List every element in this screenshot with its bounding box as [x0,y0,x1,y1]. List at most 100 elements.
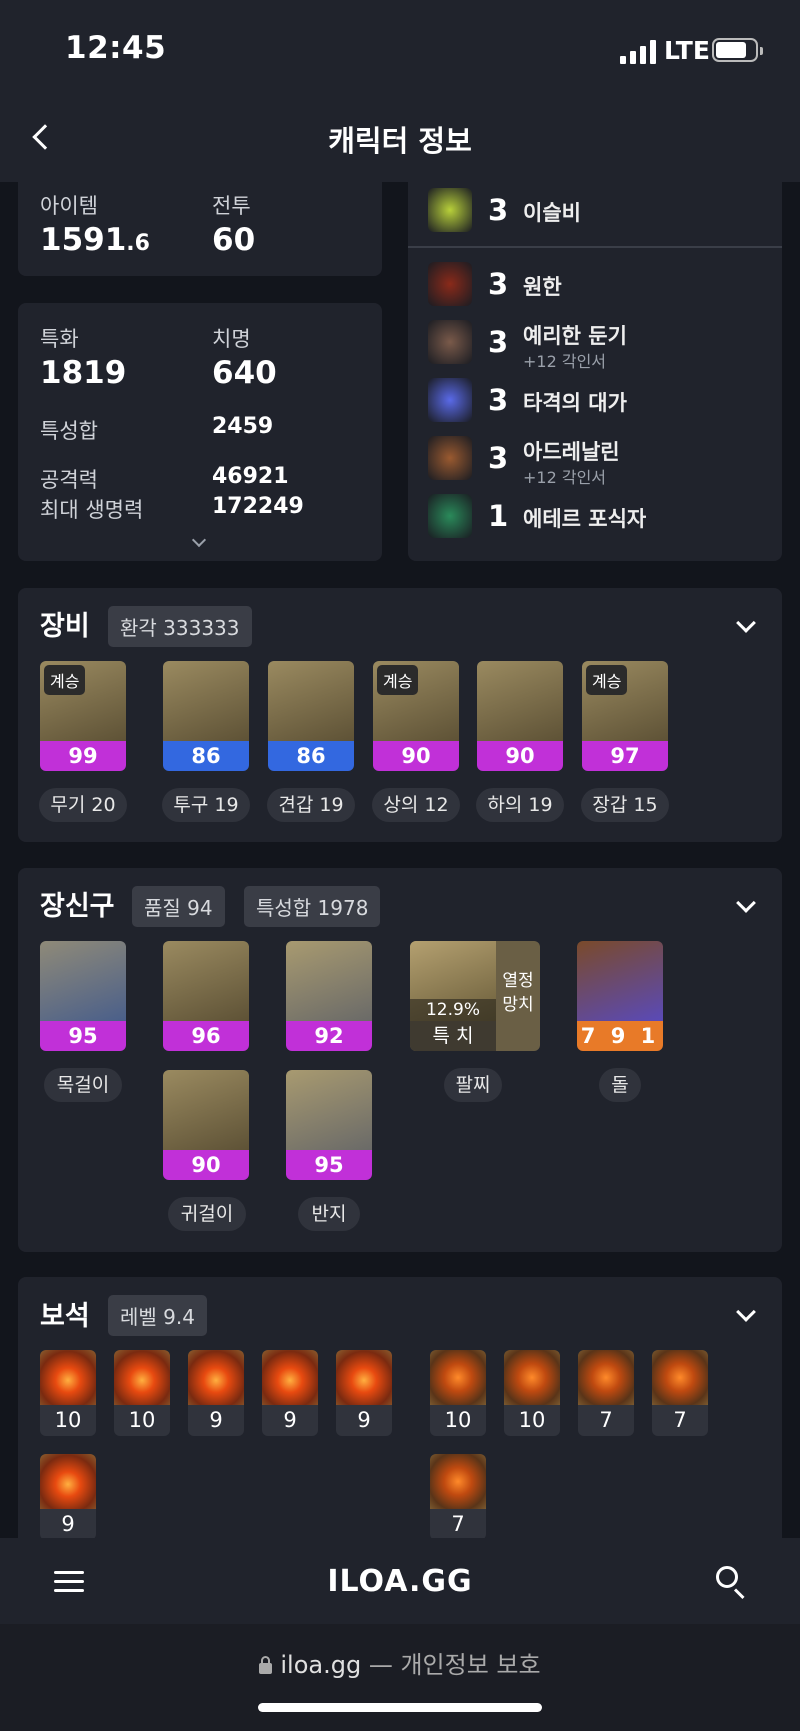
equipment-item[interactable]: 계승 97 [582,661,668,771]
gem-item[interactable]: 7 [652,1350,708,1436]
engraving-row[interactable]: 3 이슬비 [426,188,776,234]
engraving-level: 3 [488,383,509,417]
page-title: 캐릭터 정보 [328,124,472,158]
equipment-item[interactable]: 90 [477,661,563,771]
earring-label: 귀걸이 [168,1197,246,1231]
site-logo[interactable]: ILOA.GG [0,1564,800,1599]
gem-item[interactable]: 7 [430,1454,486,1540]
ring-item-2[interactable]: 95 [286,1070,372,1180]
weapon-icon: 계승 [40,661,126,741]
equipment-item[interactable]: 86 [268,661,354,771]
crit-value: 640 [212,355,277,391]
earring-quality: 90 [163,1150,249,1180]
gloves-icon: 계승 [582,661,668,741]
engraving-name: 원한 [523,275,562,299]
gem-level: 10 [504,1405,560,1436]
browser-url[interactable]: iloa.gg — 개인정보 보호 [0,1645,800,1680]
engraving-level: 3 [488,193,509,227]
necklace-quality: 95 [40,1021,126,1051]
spec-value: 1819 [40,355,127,391]
engraving-row[interactable]: 3 원한 [426,262,776,308]
gem-level: 9 [262,1405,318,1436]
grudge-icon [428,262,472,306]
search-icon[interactable] [716,1566,748,1600]
equipment-label: 하의 19 [476,788,564,822]
battery-icon [712,38,763,62]
engraving-name: 에테르 포식자 [523,507,647,531]
equipment-quality: 86 [268,741,354,771]
equipment-quality: 99 [40,741,126,771]
bracelet-item[interactable]: 12.9% 특 치 열정 망치 [410,941,540,1051]
gem-item[interactable]: 9 [188,1350,244,1436]
gem-level: 9 [40,1509,96,1540]
engraving-row[interactable]: 3 예리한 둔기 +12 각인서 [426,320,776,371]
accessories-title: 장신구 [40,891,115,922]
accessories-trait-tag: 특성합 1978 [244,886,381,927]
gem-item[interactable]: 10 [504,1350,560,1436]
gem-icon [430,1350,486,1405]
rain-icon [428,188,472,232]
gem-item[interactable]: 10 [430,1350,486,1436]
inherit-badge: 계승 [377,665,419,695]
gem-item[interactable]: 9 [40,1454,96,1540]
stone-icon [577,941,663,1021]
equipment-label: 상의 12 [372,788,460,822]
earring-item-2[interactable]: 90 [163,1070,249,1180]
attack-label: 공격력 [40,468,98,492]
engraving-row[interactable]: 1 에테르 포식자 [426,494,776,540]
url-suffix: — 개인정보 보호 [361,1651,541,1679]
engraving-level: 3 [488,325,509,359]
gem-item[interactable]: 7 [578,1350,634,1436]
bracelet-percent: 12.9% [410,999,496,1021]
necklace-label: 목걸이 [44,1068,122,1102]
inherit-badge: 계승 [586,665,628,695]
equipment-label: 무기 20 [39,788,127,822]
crit-label: 치명 [212,327,251,351]
gem-icon [504,1350,560,1405]
gem-level: 7 [430,1509,486,1540]
gem-item[interactable]: 10 [114,1350,170,1436]
equipment-item[interactable]: 86 [163,661,249,771]
chest-icon: 계승 [373,661,459,741]
item-level-label: 아이템 [40,194,98,218]
signal-icon [620,40,656,64]
gem-icon [262,1350,318,1405]
gem-level: 9 [336,1405,392,1436]
attack-value: 46921 [212,464,289,489]
ring-item-1[interactable]: 92 [286,941,372,1051]
engraving-book: +12 각인서 [523,468,607,487]
gem-icon [336,1350,392,1405]
status-time: 12:45 [65,30,167,66]
gem-level: 7 [578,1405,634,1436]
necklace-icon [40,941,126,1021]
gem-item[interactable]: 9 [262,1350,318,1436]
stone-item[interactable]: 7 9 1 [577,941,663,1051]
engraving-book: +12 각인서 [523,352,607,371]
gem-icon [430,1454,486,1509]
ether-icon [428,494,472,538]
engraving-name: 이슬비 [523,201,581,225]
engraving-row[interactable]: 3 아드레날린 +12 각인서 [426,436,776,487]
earring-icon [163,941,249,1021]
equipment-quality: 86 [163,741,249,771]
strike-icon [428,378,472,422]
engraving-level: 1 [488,499,509,533]
bracelet-side-label: 열정 망치 [502,971,534,1015]
helmet-icon [163,661,249,741]
equipment-item[interactable]: 계승 99 [40,661,126,771]
gem-level: 10 [430,1405,486,1436]
combat-level-label: 전투 [212,194,251,218]
item-level-value: 1591.6 [40,222,150,258]
necklace-item[interactable]: 95 [40,941,126,1051]
gem-level: 10 [114,1405,170,1436]
gem-level: 9 [188,1405,244,1436]
engraving-row[interactable]: 3 타격의 대가 [426,378,776,424]
gems-level-tag: 레벨 9.4 [108,1295,207,1336]
gem-item[interactable]: 9 [336,1350,392,1436]
equipment-title: 장비 [40,611,90,642]
gem-item[interactable]: 10 [40,1350,96,1436]
equipment-item[interactable]: 계승 90 [373,661,459,771]
pants-icon [477,661,563,741]
bracelet-stats: 특 치 [410,1021,496,1051]
earring-item-1[interactable]: 96 [163,941,249,1051]
